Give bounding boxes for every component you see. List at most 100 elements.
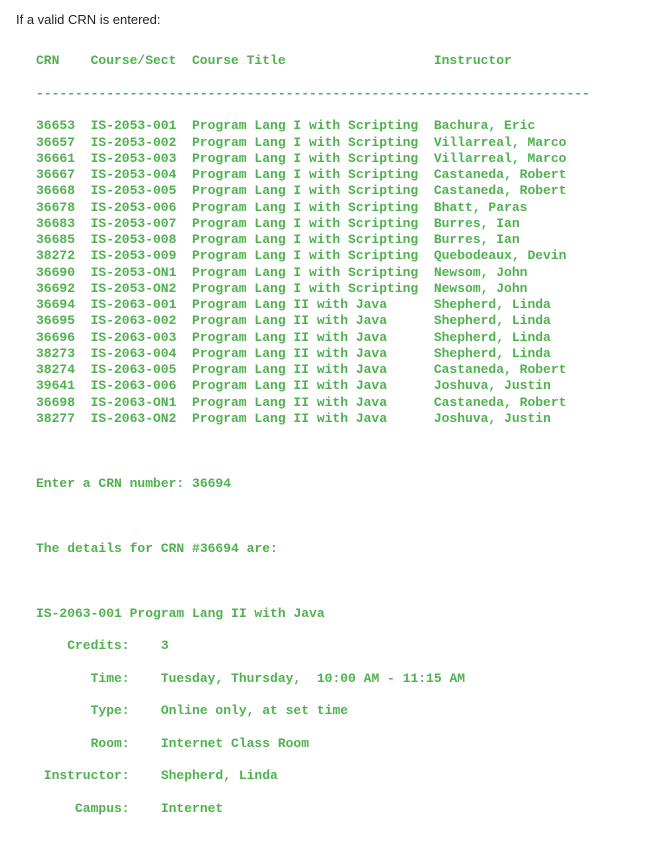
cell-crn: 36685 (36, 232, 91, 248)
cell-title: Program Lang I with Scripting (192, 232, 434, 248)
table-row: 38272IS-2053-009Program Lang I with Scri… (36, 248, 629, 264)
table-row: 36653IS-2053-001Program Lang I with Scri… (36, 118, 629, 134)
intro-text: If a valid CRN is entered: (16, 12, 629, 27)
cell-title: Program Lang I with Scripting (192, 281, 434, 297)
cell-crn: 36653 (36, 118, 91, 134)
cell-crn: 36698 (36, 395, 91, 411)
cell-sect: IS-2063-003 (91, 330, 192, 346)
detail-type-label: Type: (36, 703, 130, 719)
cell-title: Program Lang I with Scripting (192, 265, 434, 281)
hdr-crn: CRN (36, 53, 91, 69)
cell-inst: Burres, Ian (434, 216, 590, 232)
cell-inst: Bachura, Eric (434, 118, 590, 134)
cell-crn: 36696 (36, 330, 91, 346)
table-row: 38274IS-2063-005Program Lang II with Jav… (36, 362, 629, 378)
table-row: 36661IS-2053-003Program Lang I with Scri… (36, 151, 629, 167)
cell-sect: IS-2063-ON2 (91, 411, 192, 427)
detail-credits-val: 3 (130, 638, 169, 654)
cell-sect: IS-2063-001 (91, 297, 192, 313)
detail-time-label: Time: (36, 671, 130, 687)
cell-sect: IS-2053-008 (91, 232, 192, 248)
table-row: 36690IS-2053-ON1Program Lang I with Scri… (36, 265, 629, 281)
cell-sect: IS-2053-004 (91, 167, 192, 183)
detail-type-val: Online only, at set time (130, 703, 348, 719)
divider: ----------------------------------------… (36, 86, 629, 102)
cell-inst: Newsom, John (434, 265, 590, 281)
hdr-title: Course Title (192, 53, 434, 69)
detail-campus: Campus:Internet (36, 801, 629, 817)
cell-sect: IS-2053-003 (91, 151, 192, 167)
table-row: 36685IS-2053-008Program Lang I with Scri… (36, 232, 629, 248)
cell-title: Program Lang I with Scripting (192, 248, 434, 264)
cell-sect: IS-2053-002 (91, 135, 192, 151)
table-row: 38273IS-2063-004Program Lang II with Jav… (36, 346, 629, 362)
detail-header: The details for CRN #36694 are: (36, 541, 629, 557)
cell-title: Program Lang I with Scripting (192, 135, 434, 151)
cell-crn: 36692 (36, 281, 91, 297)
cell-crn: 36661 (36, 151, 91, 167)
cell-crn: 39641 (36, 378, 91, 394)
table-row: 36678IS-2053-006Program Lang I with Scri… (36, 200, 629, 216)
cell-sect: IS-2063-002 (91, 313, 192, 329)
cell-inst: Joshuva, Justin (434, 378, 590, 394)
cell-sect: IS-2053-009 (91, 248, 192, 264)
cell-title: Program Lang II with Java (192, 395, 434, 411)
cell-crn: 38274 (36, 362, 91, 378)
cell-sect: IS-2053-006 (91, 200, 192, 216)
enter-crn-prompt: Enter a CRN number: 36694 (36, 476, 629, 492)
cell-title: Program Lang I with Scripting (192, 183, 434, 199)
cell-crn: 36667 (36, 167, 91, 183)
table-row: 36683IS-2053-007Program Lang I with Scri… (36, 216, 629, 232)
cell-crn: 36678 (36, 200, 91, 216)
table-row: 38277IS-2063-ON2Program Lang II with Jav… (36, 411, 629, 427)
cell-inst: Villarreal, Marco (434, 151, 590, 167)
cell-title: Program Lang I with Scripting (192, 118, 434, 134)
detail-room-label: Room: (36, 736, 130, 752)
cell-title: Program Lang II with Java (192, 313, 434, 329)
cell-crn: 36683 (36, 216, 91, 232)
cell-crn: 36695 (36, 313, 91, 329)
cell-inst: Castaneda, Robert (434, 183, 590, 199)
cell-sect: IS-2053-ON1 (91, 265, 192, 281)
cell-sect: IS-2053-007 (91, 216, 192, 232)
detail-time: Time:Tuesday, Thursday, 10:00 AM - 11:15… (36, 671, 629, 687)
cell-sect: IS-2063-ON1 (91, 395, 192, 411)
cell-inst: Joshuva, Justin (434, 411, 590, 427)
detail-course: IS-2063-001 Program Lang II with Java (36, 606, 629, 622)
cell-sect: IS-2053-005 (91, 183, 192, 199)
detail-campus-val: Internet (130, 801, 224, 817)
hdr-sect: Course/Sect (91, 53, 192, 69)
cell-inst: Shepherd, Linda (434, 330, 590, 346)
table-row: 36698IS-2063-ON1Program Lang II with Jav… (36, 395, 629, 411)
cell-inst: Shepherd, Linda (434, 346, 590, 362)
cell-sect: IS-2063-005 (91, 362, 192, 378)
cell-crn: 38277 (36, 411, 91, 427)
detail-instructor-val: Shepherd, Linda (130, 768, 278, 784)
cell-crn: 36657 (36, 135, 91, 151)
detail-instructor: Instructor:Shepherd, Linda (36, 768, 629, 784)
table-row: 36667IS-2053-004Program Lang I with Scri… (36, 167, 629, 183)
cell-sect: IS-2053-001 (91, 118, 192, 134)
detail-credits-label: Credits: (36, 638, 130, 654)
table-row: 39641IS-2063-006Program Lang II with Jav… (36, 378, 629, 394)
detail-instructor-label: Instructor: (36, 768, 130, 784)
cell-title: Program Lang II with Java (192, 362, 434, 378)
table-row: 36657IS-2053-002Program Lang I with Scri… (36, 135, 629, 151)
cell-title: Program Lang I with Scripting (192, 200, 434, 216)
hdr-inst: Instructor (434, 53, 590, 69)
cell-title: Program Lang II with Java (192, 378, 434, 394)
detail-type: Type:Online only, at set time (36, 703, 629, 719)
cell-inst: Castaneda, Robert (434, 395, 590, 411)
cell-inst: Quebodeaux, Devin (434, 248, 590, 264)
cell-inst: Castaneda, Robert (434, 167, 590, 183)
table-row: 36694IS-2063-001Program Lang II with Jav… (36, 297, 629, 313)
detail-room-val: Internet Class Room (130, 736, 309, 752)
table-row: 36695IS-2063-002Program Lang II with Jav… (36, 313, 629, 329)
cell-sect: IS-2053-ON2 (91, 281, 192, 297)
cell-crn: 36668 (36, 183, 91, 199)
cell-title: Program Lang II with Java (192, 346, 434, 362)
cell-title: Program Lang I with Scripting (192, 167, 434, 183)
cell-inst: Newsom, John (434, 281, 590, 297)
table-header: CRNCourse/SectCourse TitleInstructor (36, 53, 629, 69)
detail-time-val: Tuesday, Thursday, 10:00 AM - 11:15 AM (130, 671, 465, 687)
